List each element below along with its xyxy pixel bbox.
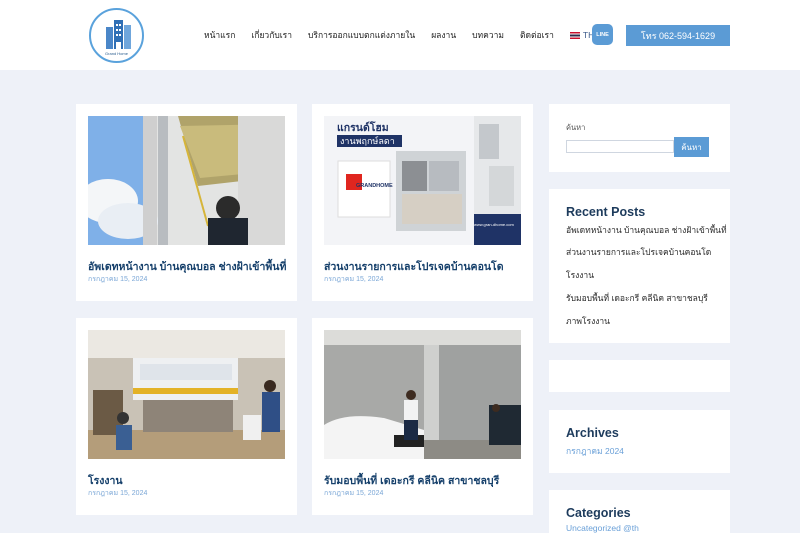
- post-date: กรกฎาคม 15, 2024: [88, 490, 148, 497]
- post-title[interactable]: อัพเดทหน้างาน บ้านคุณบอล ช่างฝ้าเข้าพื้น…: [88, 258, 286, 275]
- post-card: รับมอบพื้นที่ เดอะกรี คลีนิค สาขาชลบุรี …: [312, 318, 533, 515]
- recent-post-link[interactable]: รับมอบพื้นที่ เดอะกรี คลีนิค สาขาชลบุรี: [566, 291, 708, 305]
- categories-title: Categories: [566, 506, 631, 520]
- recent-post-link[interactable]: ภาพโรงงาน: [566, 314, 610, 328]
- recent-posts-widget: Recent Posts อัพเดทหน้างาน บ้านคุณบอล ช่…: [549, 189, 730, 343]
- archives-title: Archives: [566, 426, 619, 440]
- post-card: อัพเดทหน้างาน บ้านคุณบอล ช่างฝ้าเข้าพื้น…: [76, 104, 297, 301]
- post-date: กรกฎาคม 15, 2024: [88, 276, 148, 283]
- post-thumbnail-clinic-site[interactable]: [324, 330, 521, 459]
- search-label: ค้นหา: [566, 123, 586, 132]
- categories-widget: Categories Uncategorized @th: [549, 490, 730, 533]
- search-widget: ค้นหา ค้นหา: [549, 104, 730, 172]
- recent-posts-title: Recent Posts: [566, 205, 646, 219]
- site-header: Grand Home หน้าแรก เกี่ยวกับเรา บริการออ…: [0, 0, 800, 70]
- nav-contact[interactable]: ติดต่อเรา: [520, 28, 554, 42]
- line-icon[interactable]: LINE: [592, 24, 613, 45]
- site-logo[interactable]: Grand Home: [89, 8, 144, 63]
- nav-portfolio[interactable]: ผลงาน: [431, 28, 456, 42]
- post-card: โรงงาน กรกฎาคม 15, 2024: [76, 318, 297, 515]
- main-nav: หน้าแรก เกี่ยวกับเรา บริการออกแบบตกแต่งภ…: [204, 29, 606, 41]
- nav-articles[interactable]: บทความ: [472, 28, 504, 42]
- search-input[interactable]: [566, 140, 674, 153]
- archives-widget: Archives กรกฎาคม 2024: [549, 410, 730, 473]
- recent-post-link[interactable]: อัพเดทหน้างาน บ้านคุณบอล ช่างฝ้าเข้าพื้น…: [566, 223, 727, 237]
- post-date: กรกฎาคม 15, 2024: [324, 490, 384, 497]
- recent-post-link[interactable]: โรงงาน: [566, 268, 594, 282]
- nav-about[interactable]: เกี่ยวกับเรา: [251, 28, 292, 42]
- post-thumbnail-condo-project[interactable]: แกรนด์โฮม งานพฤกษ์ลดา GRANDHOME www.gran…: [324, 116, 521, 245]
- category-link[interactable]: Uncategorized @th: [566, 523, 639, 533]
- nav-services[interactable]: บริการออกแบบตกแต่งภายใน: [308, 28, 415, 42]
- recent-post-link[interactable]: ส่วนงานรายการและโปรเจคบ้านคอนโด: [566, 245, 711, 259]
- post-thumbnail-factory[interactable]: [88, 330, 285, 459]
- phone-button[interactable]: โทร 062-594-1629: [626, 25, 730, 46]
- image-heading-1: แกรนด์โฮม: [337, 121, 389, 134]
- post-title[interactable]: ส่วนงานรายการและโปรเจคบ้านคอนโด: [324, 258, 504, 275]
- post-title[interactable]: โรงงาน: [88, 472, 123, 489]
- logo-text: Grand Home: [105, 51, 128, 56]
- thai-flag-icon: [569, 31, 580, 39]
- post-title[interactable]: รับมอบพื้นที่ เดอะกรี คลีนิค สาขาชลบุรี: [324, 472, 499, 489]
- archive-link[interactable]: กรกฎาคม 2024: [566, 444, 624, 458]
- post-thumbnail-ceiling-work[interactable]: [88, 116, 285, 245]
- empty-widget: [549, 360, 730, 392]
- post-card: แกรนด์โฮม งานพฤกษ์ลดา GRANDHOME www.gran…: [312, 104, 533, 301]
- post-date: กรกฎาคม 15, 2024: [324, 276, 384, 283]
- image-url: www.gran-dhome.com: [474, 222, 514, 227]
- nav-home[interactable]: หน้าแรก: [204, 28, 235, 42]
- image-heading-2: งานพฤกษ์ลดา: [340, 135, 395, 146]
- image-logo-text: GRANDHOME: [356, 183, 393, 189]
- search-button[interactable]: ค้นหา: [674, 137, 709, 157]
